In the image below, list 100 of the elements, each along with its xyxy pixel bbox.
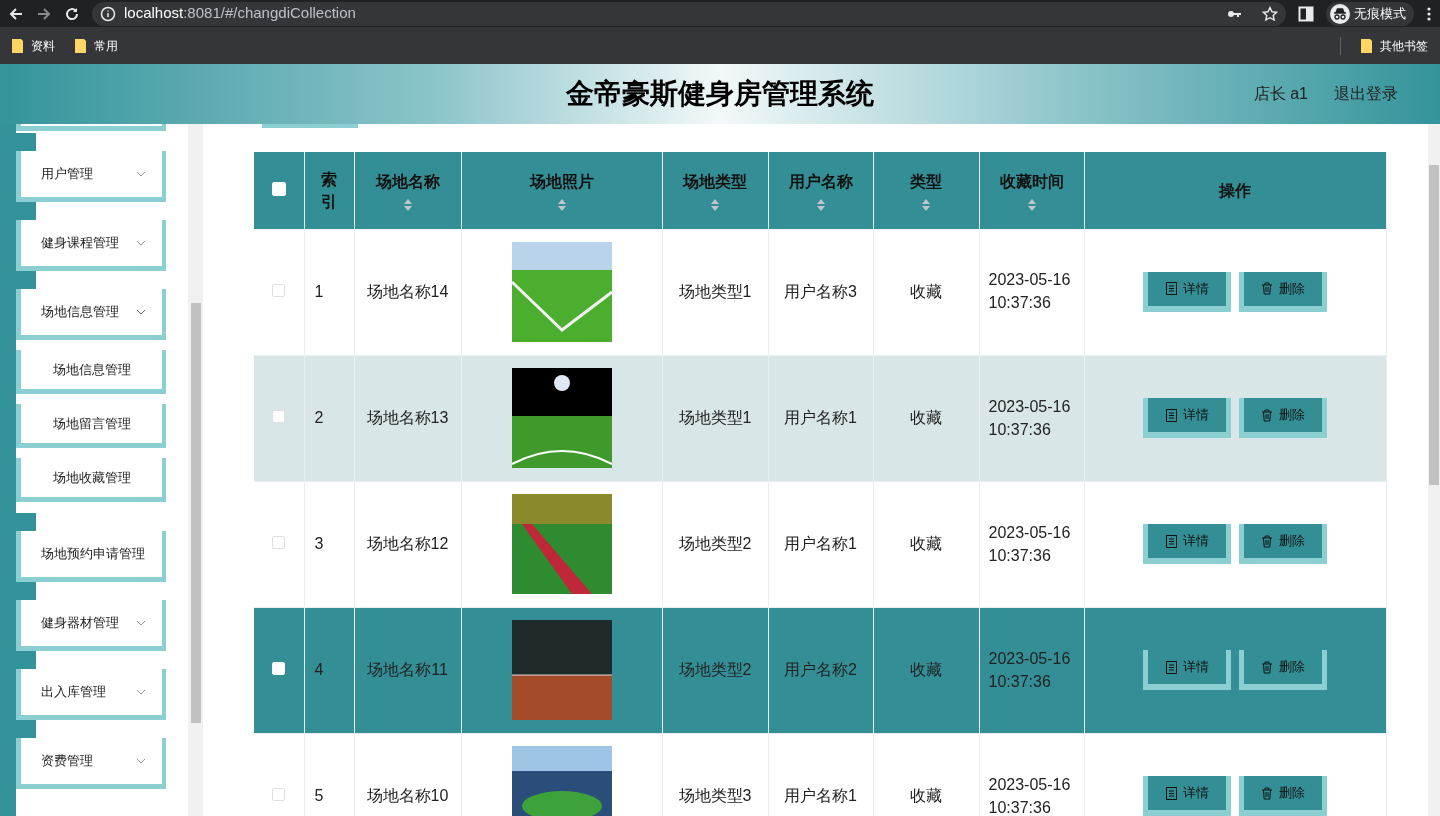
table-cell: 场地名称10 — [366, 787, 449, 804]
table-cell: 收藏 — [910, 282, 942, 300]
table-cell: 收藏 — [910, 661, 942, 678]
table-cell: 场地类型1 — [678, 282, 752, 300]
table-cell: 用户名称2 — [784, 661, 857, 678]
profile-chip[interactable]: 无痕模式 — [1326, 1, 1414, 26]
table-cell: 场地类型2 — [678, 661, 752, 678]
table-cell: 5 — [314, 787, 324, 804]
tab-notch — [16, 513, 36, 531]
delete-button[interactable]: 删除 — [1239, 271, 1327, 312]
table-cell: 3 — [314, 535, 324, 552]
delete-button[interactable]: 删除 — [1239, 398, 1327, 438]
table-cell: 用户名称1 — [784, 535, 857, 552]
column-header[interactable]: 场地名称 — [375, 169, 440, 194]
tab-notch — [16, 582, 36, 600]
menu-item[interactable]: 资费管理 — [16, 738, 166, 789]
app-title: 金帝豪斯健身房管理系统 — [566, 77, 874, 111]
detail-button[interactable]: 详情 — [1143, 398, 1231, 438]
table-row[interactable]: 1 场地名称14 场地类型1 用户名称3 收藏 2023-05-16 10:37:36 详情 删除 — [254, 229, 1386, 355]
menu-item[interactable]: 场地预约申请管理 — [16, 531, 166, 582]
bookmark[interactable]: 常用 — [75, 36, 118, 55]
detail-button[interactable]: 详情 — [1143, 271, 1231, 312]
tab-notch — [16, 202, 36, 220]
table-cell: 场地类型2 — [678, 535, 752, 552]
row-checkbox[interactable] — [272, 410, 286, 423]
table-cell: 收藏 — [910, 787, 942, 804]
table-row[interactable]: 3 场地名称12 场地类型2 用户名称1 收藏 2023-05-16 10:37:36 详情 删除 — [254, 481, 1386, 607]
table-cell-text: 2023-05-16 10:37:36 — [988, 270, 1072, 314]
table-cell: 收藏 — [910, 409, 942, 426]
table-cell: 用户名称1 — [784, 409, 857, 426]
scrollbar-thumb[interactable] — [190, 303, 201, 723]
menu-item[interactable]: 出入库管理 — [16, 669, 166, 720]
row-checkbox[interactable] — [272, 536, 286, 549]
tab-notch — [16, 133, 36, 151]
scrollbar-thumb[interactable] — [1429, 165, 1439, 485]
back-icon[interactable] — [8, 5, 24, 22]
table-cell: 4 — [314, 661, 324, 678]
table-cell: 场地名称12 — [366, 535, 449, 552]
column-header[interactable]: 用户名称 — [788, 169, 853, 194]
user-label: 店长 a1 — [1253, 84, 1308, 104]
submenu-item[interactable]: 场地留言管理 — [16, 404, 166, 448]
menu-item[interactable]: 场地信息管理 — [16, 289, 166, 340]
table-cell-text: 2023-05-16 10:37:36 — [988, 522, 1072, 566]
column-header[interactable]: 索引 — [321, 168, 337, 213]
document-icon — [1165, 786, 1177, 800]
table-cell: 用户名称3 — [784, 282, 857, 300]
detail-button[interactable]: 详情 — [1143, 776, 1231, 816]
column-header[interactable]: 类型 — [910, 169, 942, 194]
column-header[interactable]: 场地类型 — [683, 169, 747, 194]
table-cell: 1 — [314, 282, 324, 300]
document-icon — [1165, 660, 1177, 674]
document-icon — [1165, 534, 1177, 548]
address-bar[interactable]: localhost:8081/#/changdiCollection — [92, 1, 1286, 26]
table-cell: 场地名称14 — [366, 282, 449, 300]
trash-icon — [1261, 282, 1273, 296]
table-cell: 收藏 — [910, 535, 942, 552]
table-cell: 用户名称1 — [784, 787, 857, 804]
table-cell-text: 2023-05-16 10:37:36 — [988, 648, 1072, 692]
submenu-item[interactable]: 场地信息管理 — [16, 350, 166, 394]
tab-notch — [16, 720, 36, 738]
trash-icon — [1261, 534, 1273, 548]
menu-item[interactable]: 健身器材管理 — [16, 600, 166, 651]
menu-item[interactable]: 用户管理 — [16, 151, 166, 202]
delete-button[interactable]: 删除 — [1239, 524, 1327, 564]
trash-icon — [1261, 786, 1273, 800]
folder-icon — [12, 38, 23, 53]
table-cell-text: 2023-05-16 10:37:36 — [988, 396, 1072, 440]
tab-notch — [16, 651, 36, 669]
delete-button[interactable]: 删除 — [1239, 776, 1327, 816]
column-header[interactable]: 场地照片 — [529, 169, 594, 194]
delete-button[interactable]: 删除 — [1239, 650, 1327, 690]
side-panel-icon[interactable] — [1298, 5, 1314, 22]
column-header[interactable]: 收藏时间 — [999, 169, 1064, 194]
table-cell: 2 — [314, 409, 324, 426]
submenu-item[interactable]: 场地收藏管理 — [16, 458, 166, 502]
bookmark[interactable]: 其他书签 — [1361, 36, 1428, 55]
row-checkbox[interactable] — [272, 788, 286, 801]
table-cell: 场地类型3 — [678, 787, 752, 804]
star-icon[interactable] — [1262, 5, 1278, 22]
table-row[interactable]: 2 场地名称13 场地类型1 用户名称1 收藏 2023-05-16 10:37:36 详情 删除 — [254, 355, 1386, 481]
trash-icon — [1261, 660, 1273, 674]
menu-item[interactable]: 健身课程管理 — [16, 220, 166, 271]
document-icon — [1165, 408, 1177, 422]
detail-button[interactable]: 详情 — [1143, 524, 1231, 564]
forward-icon[interactable] — [36, 5, 52, 22]
row-checkbox[interactable] — [272, 283, 286, 297]
select-all-checkbox[interactable] — [271, 181, 286, 196]
table-cell: 场地名称11 — [367, 661, 448, 678]
reload-icon[interactable] — [64, 5, 80, 22]
more-icon[interactable] — [1426, 5, 1432, 22]
bookmark[interactable]: 资料 — [12, 36, 55, 55]
table-row[interactable]: 4 场地名称11 场地类型2 用户名称2 收藏 2023-05-16 10:37:36 详情 删除 — [254, 607, 1386, 733]
column-header[interactable]: 操作 — [1219, 178, 1251, 203]
url-text[interactable]: localhost:8081/#/changdiCollection — [124, 2, 356, 25]
table-row[interactable]: 5 场地名称10 场地类型3 用户名称1 收藏 2023-05-16 10:37:36 详情 删除 — [254, 733, 1386, 816]
table-cell-text: 2023-05-16 10:37:36 — [988, 774, 1072, 816]
detail-button[interactable]: 详情 — [1143, 650, 1231, 690]
trash-icon — [1261, 408, 1273, 422]
table-cell: 场地名称13 — [366, 409, 449, 426]
logout-link[interactable]: 退出登录 — [1334, 82, 1398, 106]
